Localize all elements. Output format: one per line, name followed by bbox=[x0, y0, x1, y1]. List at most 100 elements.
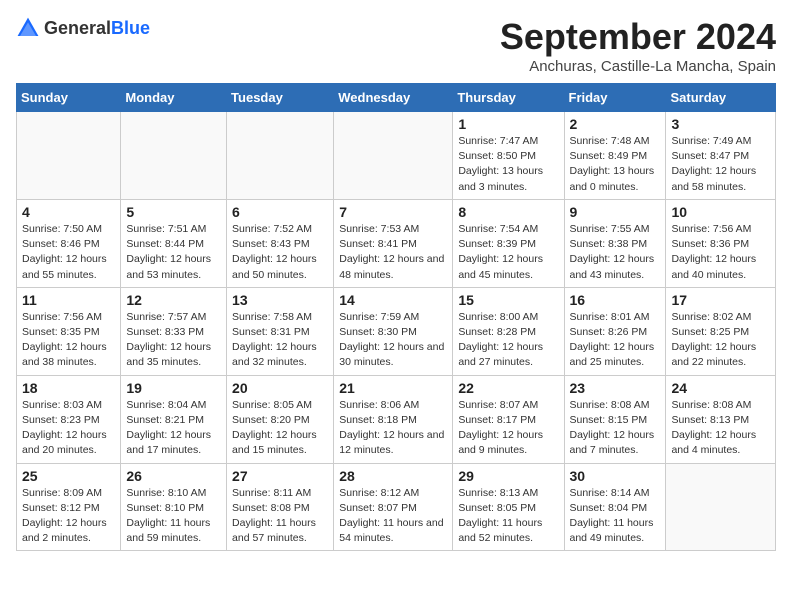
day-number: 24 bbox=[671, 380, 770, 396]
day-number: 3 bbox=[671, 116, 770, 132]
logo-general: GeneralBlue bbox=[44, 18, 150, 39]
calendar-cell: 11 Sunrise: 7:56 AM Sunset: 8:35 PM Dayl… bbox=[17, 287, 121, 375]
title-section: September 2024 Anchuras, Castille-La Man… bbox=[500, 16, 776, 75]
day-info: Sunrise: 8:08 AM Sunset: 8:15 PM Dayligh… bbox=[570, 398, 661, 459]
day-info: Sunrise: 7:47 AM Sunset: 8:50 PM Dayligh… bbox=[458, 134, 558, 195]
sunrise-label: Sunrise: 8:05 AM bbox=[232, 399, 312, 411]
calendar-cell: 10 Sunrise: 7:56 AM Sunset: 8:36 PM Dayl… bbox=[666, 199, 776, 287]
sunset-label: Sunset: 8:49 PM bbox=[570, 150, 648, 162]
day-number: 15 bbox=[458, 292, 558, 308]
sunrise-label: Sunrise: 8:11 AM bbox=[232, 487, 311, 499]
calendar-cell: 8 Sunrise: 7:54 AM Sunset: 8:39 PM Dayli… bbox=[453, 199, 564, 287]
sunset-label: Sunset: 8:38 PM bbox=[570, 238, 648, 250]
sunrise-label: Sunrise: 7:56 AM bbox=[22, 311, 102, 323]
daylight-label: Daylight: 12 hours and 17 minutes. bbox=[126, 429, 211, 456]
month-title: September 2024 bbox=[500, 16, 776, 58]
daylight-label: Daylight: 12 hours and 48 minutes. bbox=[339, 253, 444, 280]
calendar-cell: 1 Sunrise: 7:47 AM Sunset: 8:50 PM Dayli… bbox=[453, 112, 564, 200]
sunset-label: Sunset: 8:12 PM bbox=[22, 502, 100, 514]
day-info: Sunrise: 8:00 AM Sunset: 8:28 PM Dayligh… bbox=[458, 310, 558, 371]
day-number: 28 bbox=[339, 468, 447, 484]
sunrise-label: Sunrise: 7:56 AM bbox=[671, 223, 751, 235]
sunrise-label: Sunrise: 7:52 AM bbox=[232, 223, 312, 235]
sunset-label: Sunset: 8:50 PM bbox=[458, 150, 536, 162]
header-row: Sunday Monday Tuesday Wednesday Thursday… bbox=[17, 84, 776, 112]
sunset-label: Sunset: 8:07 PM bbox=[339, 502, 417, 514]
sunset-label: Sunset: 8:26 PM bbox=[570, 326, 648, 338]
calendar-cell: 21 Sunrise: 8:06 AM Sunset: 8:18 PM Dayl… bbox=[334, 375, 453, 463]
sunrise-label: Sunrise: 8:06 AM bbox=[339, 399, 419, 411]
sunrise-label: Sunrise: 7:58 AM bbox=[232, 311, 312, 323]
sunset-label: Sunset: 8:39 PM bbox=[458, 238, 536, 250]
day-number: 5 bbox=[126, 204, 221, 220]
day-info: Sunrise: 8:05 AM Sunset: 8:20 PM Dayligh… bbox=[232, 398, 328, 459]
daylight-label: Daylight: 12 hours and 58 minutes. bbox=[671, 165, 756, 192]
day-info: Sunrise: 7:55 AM Sunset: 8:38 PM Dayligh… bbox=[570, 222, 661, 283]
day-info: Sunrise: 8:09 AM Sunset: 8:12 PM Dayligh… bbox=[22, 486, 115, 547]
calendar-cell: 26 Sunrise: 8:10 AM Sunset: 8:10 PM Dayl… bbox=[121, 463, 227, 551]
sunrise-label: Sunrise: 7:50 AM bbox=[22, 223, 102, 235]
daylight-label: Daylight: 12 hours and 2 minutes. bbox=[22, 517, 107, 544]
calendar-cell: 14 Sunrise: 7:59 AM Sunset: 8:30 PM Dayl… bbox=[334, 287, 453, 375]
day-info: Sunrise: 8:02 AM Sunset: 8:25 PM Dayligh… bbox=[671, 310, 770, 371]
header: GeneralBlue September 2024 Anchuras, Cas… bbox=[16, 16, 776, 75]
day-number: 18 bbox=[22, 380, 115, 396]
calendar-table: Sunday Monday Tuesday Wednesday Thursday… bbox=[16, 83, 776, 551]
calendar-cell bbox=[666, 463, 776, 551]
day-info: Sunrise: 7:52 AM Sunset: 8:43 PM Dayligh… bbox=[232, 222, 328, 283]
day-number: 11 bbox=[22, 292, 115, 308]
day-number: 9 bbox=[570, 204, 661, 220]
sunrise-label: Sunrise: 7:57 AM bbox=[126, 311, 206, 323]
calendar-cell: 5 Sunrise: 7:51 AM Sunset: 8:44 PM Dayli… bbox=[121, 199, 227, 287]
daylight-label: Daylight: 12 hours and 50 minutes. bbox=[232, 253, 317, 280]
sunset-label: Sunset: 8:28 PM bbox=[458, 326, 536, 338]
calendar-cell bbox=[121, 112, 227, 200]
sunrise-label: Sunrise: 7:54 AM bbox=[458, 223, 538, 235]
page-container: GeneralBlue September 2024 Anchuras, Cas… bbox=[16, 16, 776, 551]
day-info: Sunrise: 8:08 AM Sunset: 8:13 PM Dayligh… bbox=[671, 398, 770, 459]
day-info: Sunrise: 7:56 AM Sunset: 8:35 PM Dayligh… bbox=[22, 310, 115, 371]
sunrise-label: Sunrise: 7:47 AM bbox=[458, 135, 538, 147]
calendar-cell: 16 Sunrise: 8:01 AM Sunset: 8:26 PM Dayl… bbox=[564, 287, 666, 375]
calendar-week-row: 18 Sunrise: 8:03 AM Sunset: 8:23 PM Dayl… bbox=[17, 375, 776, 463]
daylight-label: Daylight: 11 hours and 49 minutes. bbox=[570, 517, 654, 544]
col-friday: Friday bbox=[564, 84, 666, 112]
sunset-label: Sunset: 8:04 PM bbox=[570, 502, 648, 514]
calendar-cell: 24 Sunrise: 8:08 AM Sunset: 8:13 PM Dayl… bbox=[666, 375, 776, 463]
sunset-label: Sunset: 8:21 PM bbox=[126, 414, 204, 426]
day-info: Sunrise: 8:10 AM Sunset: 8:10 PM Dayligh… bbox=[126, 486, 221, 547]
day-info: Sunrise: 8:04 AM Sunset: 8:21 PM Dayligh… bbox=[126, 398, 221, 459]
day-info: Sunrise: 7:48 AM Sunset: 8:49 PM Dayligh… bbox=[570, 134, 661, 195]
calendar-cell: 13 Sunrise: 7:58 AM Sunset: 8:31 PM Dayl… bbox=[227, 287, 334, 375]
daylight-label: Daylight: 12 hours and 4 minutes. bbox=[671, 429, 756, 456]
sunset-label: Sunset: 8:18 PM bbox=[339, 414, 417, 426]
day-info: Sunrise: 8:07 AM Sunset: 8:17 PM Dayligh… bbox=[458, 398, 558, 459]
day-number: 12 bbox=[126, 292, 221, 308]
day-info: Sunrise: 8:03 AM Sunset: 8:23 PM Dayligh… bbox=[22, 398, 115, 459]
calendar-cell: 19 Sunrise: 8:04 AM Sunset: 8:21 PM Dayl… bbox=[121, 375, 227, 463]
day-info: Sunrise: 7:50 AM Sunset: 8:46 PM Dayligh… bbox=[22, 222, 115, 283]
calendar-cell: 25 Sunrise: 8:09 AM Sunset: 8:12 PM Dayl… bbox=[17, 463, 121, 551]
sunrise-label: Sunrise: 7:51 AM bbox=[126, 223, 206, 235]
col-sunday: Sunday bbox=[17, 84, 121, 112]
day-info: Sunrise: 7:49 AM Sunset: 8:47 PM Dayligh… bbox=[671, 134, 770, 195]
sunrise-label: Sunrise: 8:14 AM bbox=[570, 487, 650, 499]
daylight-label: Daylight: 12 hours and 15 minutes. bbox=[232, 429, 317, 456]
daylight-label: Daylight: 12 hours and 43 minutes. bbox=[570, 253, 655, 280]
day-number: 6 bbox=[232, 204, 328, 220]
sunset-label: Sunset: 8:36 PM bbox=[671, 238, 749, 250]
day-number: 26 bbox=[126, 468, 221, 484]
day-info: Sunrise: 8:01 AM Sunset: 8:26 PM Dayligh… bbox=[570, 310, 661, 371]
daylight-label: Daylight: 12 hours and 32 minutes. bbox=[232, 341, 317, 368]
day-info: Sunrise: 8:14 AM Sunset: 8:04 PM Dayligh… bbox=[570, 486, 661, 547]
col-monday: Monday bbox=[121, 84, 227, 112]
day-number: 20 bbox=[232, 380, 328, 396]
sunrise-label: Sunrise: 8:04 AM bbox=[126, 399, 206, 411]
sunset-label: Sunset: 8:46 PM bbox=[22, 238, 100, 250]
location-title: Anchuras, Castille-La Mancha, Spain bbox=[500, 58, 776, 75]
sunset-label: Sunset: 8:17 PM bbox=[458, 414, 536, 426]
daylight-label: Daylight: 12 hours and 55 minutes. bbox=[22, 253, 107, 280]
sunset-label: Sunset: 8:31 PM bbox=[232, 326, 310, 338]
day-info: Sunrise: 7:51 AM Sunset: 8:44 PM Dayligh… bbox=[126, 222, 221, 283]
day-number: 14 bbox=[339, 292, 447, 308]
